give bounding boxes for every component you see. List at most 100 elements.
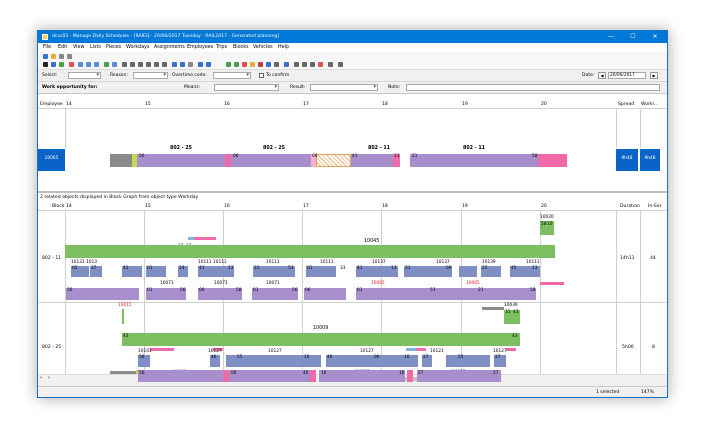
employee-bar[interactable]	[410, 154, 538, 167]
menu-file[interactable]: File	[43, 45, 51, 50]
status-red-icon[interactable]	[242, 62, 247, 67]
menu-pieces[interactable]: Pieces	[106, 45, 121, 50]
vehicle-icon[interactable]	[328, 62, 333, 67]
note-field[interactable]	[406, 84, 660, 91]
menu-employees[interactable]: Employees	[187, 45, 213, 50]
list-icon[interactable]	[78, 62, 83, 67]
info-icon[interactable]	[43, 62, 48, 67]
columns-icon[interactable]	[94, 62, 99, 67]
select-combo[interactable]	[68, 72, 101, 79]
duty-bar[interactable]	[138, 370, 232, 382]
view-gantt-icon[interactable]	[172, 62, 177, 67]
filter-icon[interactable]	[112, 62, 117, 67]
close-button[interactable]: ✕	[644, 31, 666, 43]
upload-icon[interactable]	[294, 62, 299, 67]
block-name[interactable]: 802 - 11	[42, 256, 61, 261]
menu-vehicles[interactable]: Vehicles	[253, 45, 273, 50]
means-combo[interactable]	[214, 84, 279, 91]
trip-bar[interactable]	[404, 266, 452, 277]
employee-bar[interactable]	[316, 154, 351, 167]
overtime-combo[interactable]	[213, 72, 251, 79]
duty-bar[interactable]	[417, 370, 501, 382]
view-table-icon[interactable]	[180, 62, 185, 67]
employee-bar[interactable]	[231, 154, 311, 167]
status-green-icon[interactable]	[226, 62, 231, 67]
duty-bar[interactable]	[407, 370, 413, 382]
employee-bar[interactable]	[137, 154, 225, 167]
duty-bar[interactable]	[310, 370, 316, 382]
arrow-right-icon[interactable]	[206, 62, 211, 67]
block-bar[interactable]	[122, 309, 124, 324]
grid-icon[interactable]	[51, 62, 56, 67]
duty-bar[interactable]	[230, 370, 310, 382]
find-icon[interactable]	[162, 62, 167, 67]
redo-icon[interactable]	[67, 54, 72, 59]
duty-bar[interactable]	[356, 288, 536, 300]
toolbar	[38, 52, 667, 70]
block-bar[interactable]	[122, 333, 520, 346]
segment-num: 58	[532, 154, 538, 159]
stop-icon[interactable]	[318, 62, 323, 67]
view-options-icon[interactable]	[188, 62, 193, 67]
merge-icon[interactable]	[310, 62, 315, 67]
reason-combo[interactable]	[133, 72, 168, 79]
lock-icon[interactable]	[258, 62, 263, 67]
block-name[interactable]: 802 - 25	[42, 345, 61, 350]
zoom-fit-icon[interactable]	[146, 62, 151, 67]
arrow-left-icon[interactable]	[198, 62, 203, 67]
block-bar[interactable]	[65, 245, 555, 258]
trip-bar[interactable]	[459, 266, 477, 277]
duty-bar[interactable]	[319, 370, 405, 382]
menu-workdays[interactable]: Workdays	[126, 45, 149, 50]
employee-bar[interactable]	[110, 154, 132, 167]
menu-help[interactable]: Help	[278, 45, 289, 50]
menu-edit[interactable]: Edit	[58, 45, 67, 50]
download-icon[interactable]	[302, 62, 307, 67]
warning-icon[interactable]	[250, 62, 255, 67]
trip-bar[interactable]	[446, 355, 490, 367]
print-preview-icon[interactable]	[338, 62, 343, 67]
segment-num: 41	[352, 154, 358, 159]
employee-bar[interactable]	[543, 154, 567, 167]
scroll-right-icon[interactable]: ›	[48, 375, 50, 381]
delete-icon[interactable]	[69, 62, 74, 67]
bus-icon[interactable]	[284, 62, 289, 67]
result-label: Result:	[290, 85, 306, 90]
hour-19: 19	[462, 204, 468, 209]
bar-num: 16	[399, 371, 405, 376]
search-icon[interactable]	[122, 62, 127, 67]
save-icon[interactable]	[43, 54, 48, 59]
date-prev-button[interactable]: ◀	[598, 72, 606, 79]
zoom-out-icon[interactable]	[138, 62, 143, 67]
col-work-header: Worki...	[641, 102, 659, 107]
link-icon[interactable]	[274, 62, 279, 67]
bar-num: 43	[512, 334, 518, 339]
date-field[interactable]: 20/06/2017	[608, 72, 646, 79]
menu-blocks[interactable]: Blocks	[233, 45, 248, 50]
duty-label: 10065	[371, 281, 385, 286]
confirm-checkbox[interactable]	[259, 73, 264, 78]
result-combo[interactable]	[310, 84, 378, 91]
minimize-button[interactable]: —	[600, 31, 622, 43]
menu-view[interactable]: View	[73, 45, 84, 50]
open-icon[interactable]	[51, 54, 56, 59]
bar-num: 16	[304, 355, 310, 360]
print-icon[interactable]	[59, 62, 64, 67]
user-icon[interactable]	[266, 62, 271, 67]
scroll-left-icon[interactable]: ‹	[40, 375, 42, 381]
menu-assignments[interactable]: Assignments	[154, 45, 185, 50]
employee-id-cell[interactable]: 10065	[38, 149, 65, 171]
duty-bar[interactable]	[223, 370, 229, 382]
menu-trips[interactable]: Trips	[216, 45, 227, 50]
table-icon[interactable]	[86, 62, 91, 67]
undo-icon[interactable]	[59, 54, 64, 59]
refresh-icon[interactable]	[104, 62, 109, 67]
marker	[540, 282, 564, 285]
zoom-in-icon[interactable]	[130, 62, 135, 67]
date-next-button[interactable]: ▶	[650, 72, 658, 79]
menu-lists[interactable]: Lists	[90, 45, 101, 50]
maximize-button[interactable]: ☐	[622, 31, 644, 43]
duty-bar[interactable]	[66, 288, 139, 300]
status-ok-icon[interactable]	[234, 62, 239, 67]
zoom-reset-icon[interactable]	[154, 62, 159, 67]
